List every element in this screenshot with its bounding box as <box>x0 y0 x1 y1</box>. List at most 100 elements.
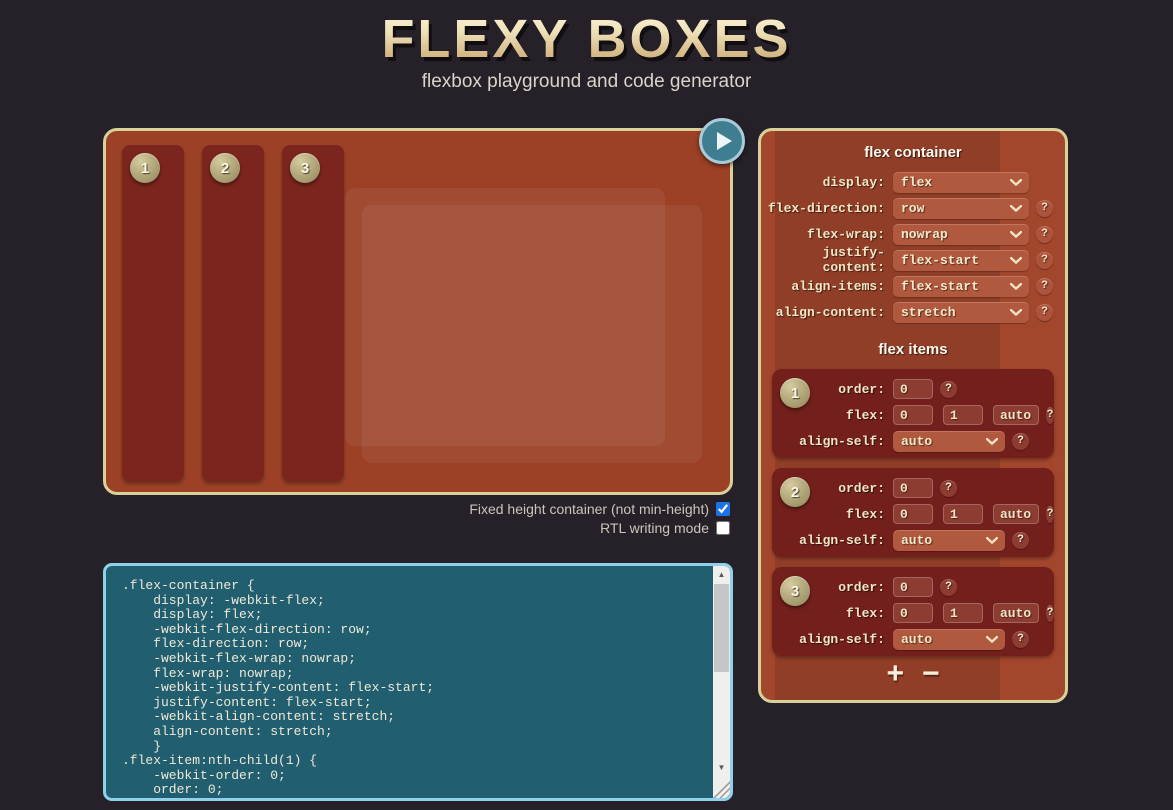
align-self-select[interactable]: auto <box>893 629 1005 650</box>
flex-grow-input[interactable] <box>893 603 933 623</box>
flex-label: flex: <box>772 408 885 423</box>
item-count-controls: + − <box>761 659 1065 689</box>
flex-item-preview-3: 3 <box>282 145 344 481</box>
scrollbar-thumb[interactable] <box>714 584 729 672</box>
justify-content-label: justify-content: <box>761 245 885 275</box>
chevron-down-icon <box>986 537 998 544</box>
flex-direction-help-button[interactable]: ? <box>1036 200 1053 217</box>
flex-grow-input[interactable] <box>893 504 933 524</box>
rtl-checkbox[interactable] <box>716 521 730 535</box>
flex-basis-input[interactable] <box>993 405 1039 425</box>
flex-label: flex: <box>772 606 885 621</box>
flex-shrink-input[interactable] <box>943 504 983 524</box>
flex-help-button[interactable]: ? <box>1046 407 1054 424</box>
item-number-badge: 1 <box>780 378 810 408</box>
justify-content-select[interactable]: flex-start <box>893 250 1029 271</box>
align-self-label: align-self: <box>772 434 885 449</box>
align-self-label: align-self: <box>772 533 885 548</box>
align-self-label: align-self: <box>772 632 885 647</box>
code-output-panel: .flex-container { display: -webkit-flex;… <box>103 563 733 801</box>
flex-grow-input[interactable] <box>893 405 933 425</box>
flex-basis-input[interactable] <box>993 504 1039 524</box>
align-content-help-button[interactable]: ? <box>1036 304 1053 321</box>
flex-help-button[interactable]: ? <box>1046 605 1054 622</box>
chevron-down-icon <box>1010 205 1022 212</box>
rtl-toggle-row: RTL writing mode <box>600 520 730 536</box>
align-self-row: align-self: auto ? <box>772 428 1054 454</box>
order-input[interactable] <box>893 478 933 498</box>
display-select[interactable]: flex <box>893 172 1029 193</box>
order-help-button[interactable]: ? <box>940 579 957 596</box>
fixed-height-checkbox[interactable] <box>716 502 730 516</box>
fixed-height-toggle-row: Fixed height container (not min-height) <box>469 501 730 517</box>
flex-container-controls: display: flex flex-direction: row ? flex… <box>761 169 1065 325</box>
code-scrollbar[interactable]: ▲ ▼ <box>713 566 730 798</box>
flexy-boxes-page: FLEXY BOXES flexbox playground and code … <box>0 0 1173 810</box>
item-number-badge: 2 <box>780 477 810 507</box>
generated-css-code[interactable]: .flex-container { display: -webkit-flex;… <box>106 566 713 798</box>
flex-wrap-row: flex-wrap: nowrap ? <box>761 221 1065 247</box>
settings-panel: flex container display: flex flex-direct… <box>758 128 1068 703</box>
flex-item-preview-2: 2 <box>202 145 264 481</box>
chevron-down-icon <box>1010 257 1022 264</box>
play-icon <box>717 132 732 150</box>
align-self-row: align-self: auto ? <box>772 626 1054 652</box>
order-row: order: ? <box>772 376 1054 402</box>
flex-container-preview: 1 2 3 <box>106 131 730 492</box>
flex-item-cards: 1 order: ? flex: ? align-self: auto <box>772 369 1054 666</box>
page-subtitle: flexbox playground and code generator <box>0 71 1173 93</box>
order-help-button[interactable]: ? <box>940 381 957 398</box>
justify-content-row: justify-content: flex-start ? <box>761 247 1065 273</box>
order-row: order: ? <box>772 475 1054 501</box>
item-number-badge: 3 <box>780 576 810 606</box>
align-self-select[interactable]: auto <box>893 431 1005 452</box>
chevron-down-icon <box>1010 231 1022 238</box>
flex-playground: 1 2 3 <box>103 128 733 495</box>
flex-direction-label: flex-direction: <box>761 201 885 216</box>
chevron-down-icon <box>1010 179 1022 186</box>
justify-content-help-button[interactable]: ? <box>1036 252 1053 269</box>
align-content-row: align-content: stretch ? <box>761 299 1065 325</box>
scroll-up-arrow-icon[interactable]: ▲ <box>713 567 730 583</box>
chevron-down-icon <box>1010 309 1022 316</box>
flex-row: flex: ? <box>772 501 1054 527</box>
flex-wrap-help-button[interactable]: ? <box>1036 226 1053 243</box>
rtl-label: RTL writing mode <box>600 520 709 536</box>
flex-help-button[interactable]: ? <box>1046 506 1054 523</box>
remove-item-button[interactable]: − <box>922 659 940 689</box>
flex-item-card-1: 1 order: ? flex: ? align-self: auto <box>772 369 1054 458</box>
align-items-help-button[interactable]: ? <box>1036 278 1053 295</box>
fixed-height-label: Fixed height container (not min-height) <box>469 501 709 517</box>
add-item-button[interactable]: + <box>886 659 904 689</box>
align-items-select[interactable]: flex-start <box>893 276 1029 297</box>
order-input[interactable] <box>893 577 933 597</box>
display-label: display: <box>761 175 885 190</box>
align-self-select[interactable]: auto <box>893 530 1005 551</box>
flex-container-section-title: flex container <box>761 144 1065 161</box>
flex-direction-select[interactable]: row <box>893 198 1029 219</box>
order-help-button[interactable]: ? <box>940 480 957 497</box>
align-self-row: align-self: auto ? <box>772 527 1054 553</box>
align-content-select[interactable]: stretch <box>893 302 1029 323</box>
flex-shrink-input[interactable] <box>943 603 983 623</box>
item-number-badge: 2 <box>210 153 240 183</box>
flex-item-card-2: 2 order: ? flex: ? align-self: auto <box>772 468 1054 557</box>
align-self-help-button[interactable]: ? <box>1012 631 1029 648</box>
flex-row: flex: ? <box>772 402 1054 428</box>
flex-wrap-label: flex-wrap: <box>761 227 885 242</box>
flex-label: flex: <box>772 507 885 522</box>
display-row: display: flex <box>761 169 1065 195</box>
scroll-down-arrow-icon[interactable]: ▼ <box>713 760 730 776</box>
flex-items-section-title: flex items <box>761 341 1065 358</box>
flex-basis-input[interactable] <box>993 603 1039 623</box>
flex-wrap-select[interactable]: nowrap <box>893 224 1029 245</box>
item-number-badge: 3 <box>290 153 320 183</box>
align-self-help-button[interactable]: ? <box>1012 433 1029 450</box>
align-items-row: align-items: flex-start ? <box>761 273 1065 299</box>
chevron-down-icon <box>986 438 998 445</box>
align-self-help-button[interactable]: ? <box>1012 532 1029 549</box>
order-input[interactable] <box>893 379 933 399</box>
flex-shrink-input[interactable] <box>943 405 983 425</box>
run-button[interactable] <box>699 118 745 164</box>
flex-item-card-3: 3 order: ? flex: ? align-self: auto <box>772 567 1054 656</box>
